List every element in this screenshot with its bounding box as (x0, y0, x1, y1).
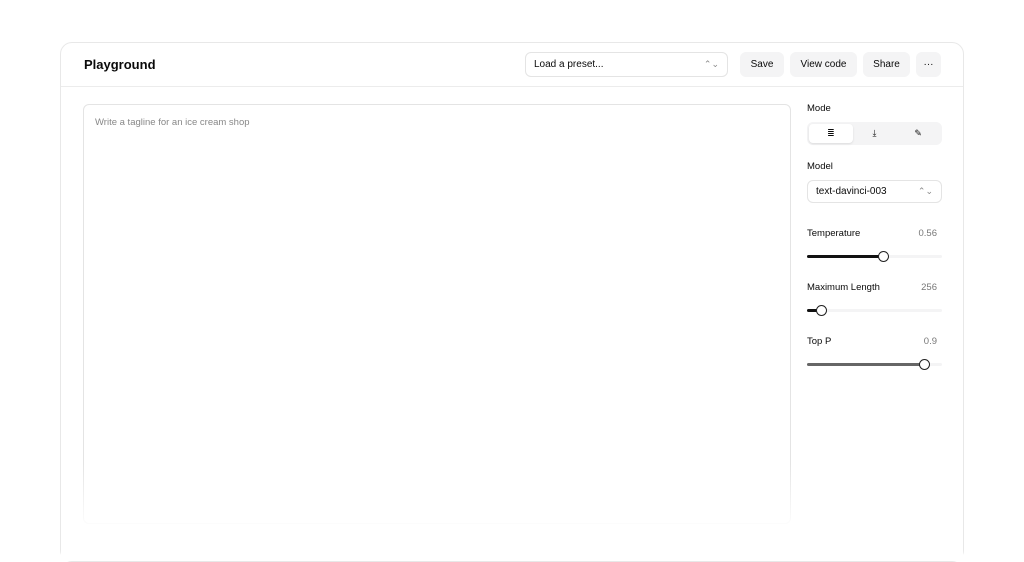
chevron-updown-icon: ⌃⌄ (917, 186, 933, 196)
preset-placeholder: Load a preset... (534, 59, 604, 70)
slider-value: 256 (921, 282, 937, 293)
chevron-updown-icon: ⌃⌄ (703, 59, 719, 69)
slider[interactable] (807, 359, 942, 370)
mode-label-text: Mode (807, 103, 831, 114)
preset-select[interactable]: Load a preset... ⌃⌄ (525, 52, 728, 77)
fade-overlay (61, 463, 963, 561)
slider-name: Temperature (807, 228, 861, 239)
more-options-button[interactable]: ··· (916, 52, 941, 77)
page-title: Playground (84, 57, 156, 72)
slider-group: Top P 0.9 (807, 336, 942, 370)
slider-thumb[interactable] (877, 251, 889, 262)
mode-label: Mode (807, 103, 942, 114)
slider-value: 0.9 (923, 336, 937, 347)
slider-group: Maximum Length 256 (807, 282, 942, 316)
slider-label: Maximum Length 256 (807, 282, 942, 293)
save-button[interactable]: Save (740, 52, 784, 77)
playground-card: Playground Load a preset... ⌃⌄ Save View … (60, 42, 964, 562)
view-code-button[interactable]: View code (790, 52, 857, 77)
edit-icon[interactable]: ✎ (896, 124, 940, 143)
mode-tabs: ≣ ⤓ ✎ (807, 122, 942, 145)
slider[interactable] (807, 251, 942, 262)
slider[interactable] (807, 305, 942, 316)
slider-value: 0.56 (918, 228, 938, 239)
slider-thumb[interactable] (919, 359, 931, 370)
model-label: Model (807, 161, 942, 172)
complete-icon[interactable]: ≣ (809, 124, 853, 143)
slider-label: Temperature 0.56 (807, 228, 942, 239)
insert-icon[interactable]: ⤓ (853, 124, 897, 143)
header: Playground Load a preset... ⌃⌄ Save View … (61, 43, 963, 87)
slider-label: Top P 0.9 (807, 336, 942, 347)
model-select[interactable]: text-davinci-003 ⌃⌄ (807, 180, 942, 203)
slider-name: Top P (807, 336, 832, 347)
share-button[interactable]: Share (863, 52, 910, 77)
model-label-text: Model (807, 161, 833, 172)
slider-fill (807, 255, 883, 258)
slider-name: Maximum Length (807, 282, 880, 293)
slider-group: Temperature 0.56 (807, 228, 942, 262)
prompt-textarea[interactable]: Write a tagline for an ice cream shop (83, 104, 791, 524)
model-value: text-davinci-003 (816, 186, 887, 197)
slider-track (807, 309, 942, 312)
slider-thumb[interactable] (815, 305, 827, 316)
settings-sidebar: Mode ≣ ⤓ ✎ Model text-davinci-003 ⌃⌄ Temp… (807, 103, 942, 370)
slider-fill (807, 363, 925, 366)
